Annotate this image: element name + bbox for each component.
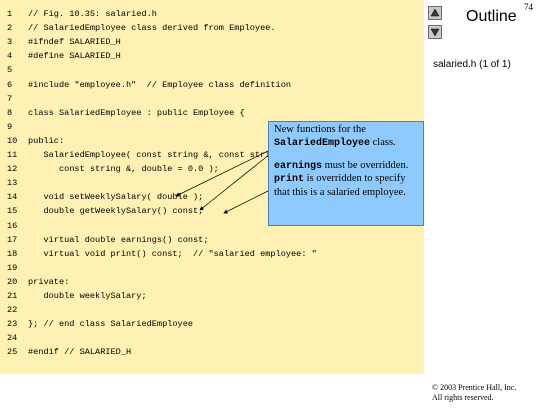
line-number: 25 [7,347,18,358]
code-text: virtual double earnings() const; [28,234,209,245]
callout-text: class. [372,136,396,148]
code-line: 8 class SalariedEmployee : public Employe… [0,106,424,120]
page-number: 74 [524,2,533,12]
code-line: 17 virtual double earnings() const; [0,233,424,247]
line-number: 17 [7,234,18,245]
line-number: 1 [7,9,13,19]
line-number: 9 [7,121,13,132]
callout-text: must be overridden. [324,159,409,171]
line-number: 21 [7,291,18,301]
code-text: // SalariedEmployee class derived from E… [28,23,276,34]
code-text: class SalariedEmployee : public Employee… [28,107,245,118]
previous-button[interactable] [428,6,442,20]
code-text: // Fig. 10.35: salaried.h [28,9,157,19]
callout-code: print [274,174,305,186]
code-line: 3 #ifndef SALARIED_H [0,35,424,49]
code-text: private: [28,276,70,287]
line-number: 16 [7,220,18,231]
line-number: 5 [7,65,13,76]
line-number: 22 [7,305,18,316]
code-line: 23 }; // end class SalariedEmployee [0,317,424,331]
line-number: 4 [7,51,13,62]
code-text: #ifndef SALARIED_H [28,37,121,48]
code-text: #endif // SALARIED_H [28,347,132,358]
code-line: 1 // Fig. 10.35: salaried.h [0,7,424,21]
code-text: const string &, double = 0.0 ); [28,164,219,175]
line-number: 13 [7,178,18,189]
callout-text: New functions for the [274,124,366,135]
line-number: 10 [7,135,18,146]
line-number: 24 [7,333,18,344]
line-number: 15 [7,206,18,217]
code-line: 4 #define SALARIED_H [0,49,424,63]
code-line: 25 #endif // SALARIED_H [0,345,424,359]
line-number: 19 [7,262,18,273]
callout-code: SalariedEmployee [274,137,371,149]
code-text: #include "employee.h" // Employee class … [28,79,292,90]
code-line: 24 [0,331,424,345]
code-text: virtual void print() const; // "salaried… [28,248,317,259]
copyright-line: All rights reserved. [432,393,494,402]
code-line: 19 [0,261,424,275]
line-number: 23 [7,319,18,330]
copyright-line: © 2003 Prentice Hall, Inc. [432,383,517,392]
line-number: 11 [7,150,18,160]
line-number: 20 [7,276,18,287]
next-button[interactable] [428,25,442,39]
callout-code: earnings [274,160,323,172]
triangle-up-icon [430,8,440,17]
code-text: SalariedEmployee( const string &, const … [28,150,297,160]
code-line: 5 [0,63,424,77]
code-text: double getWeeklySalary() const; [28,206,204,217]
line-number: 7 [7,93,13,104]
line-number: 2 [7,23,13,34]
line-number: 6 [7,79,13,90]
code-line: 2 // SalariedEmployee class derived from … [0,21,424,35]
line-number: 14 [7,192,18,203]
code-text: #define SALARIED_H [28,51,121,62]
code-line: 20 private: [0,275,424,289]
code-text: public: [28,135,65,146]
line-number: 12 [7,164,18,175]
line-number: 18 [7,248,18,259]
code-text: double weeklySalary; [28,291,147,301]
code-text: }; // end class SalariedEmployee [28,319,194,330]
code-line: 6 #include "employee.h" // Employee class… [0,78,424,92]
code-line: 22 [0,303,424,317]
file-label: salaried.h (1 of 1) [433,59,511,70]
code-line: 21 double weeklySalary; [0,289,424,303]
line-number: 8 [7,107,13,118]
copyright-notice: © 2003 Prentice Hall, Inc. All rights re… [432,383,516,403]
code-line: 7 [0,92,424,106]
triangle-down-icon [430,28,440,37]
annotation-callout: New functions for the SalariedEmployee c… [268,121,424,226]
code-text: void setWeeklySalary( double ); [28,192,204,203]
code-line: 18 virtual void print() const; // "salar… [0,247,424,261]
outline-title[interactable]: Outline [466,8,517,26]
line-number: 3 [7,37,13,48]
